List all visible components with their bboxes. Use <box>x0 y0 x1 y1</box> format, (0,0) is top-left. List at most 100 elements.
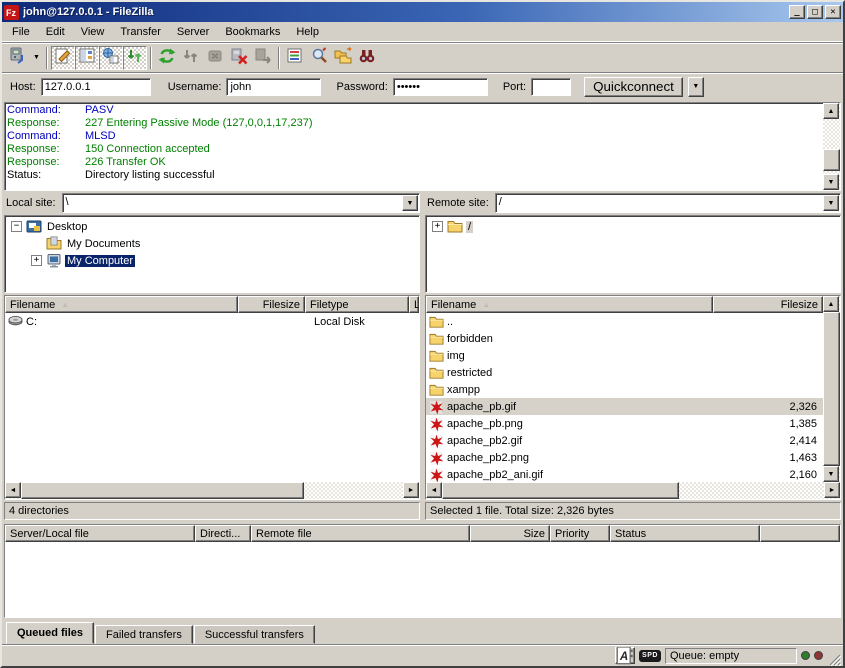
remote-vscroll-thumb[interactable] <box>823 312 840 466</box>
tree-item--[interactable]: +/ <box>426 218 840 235</box>
file-size-cell <box>713 330 823 347</box>
scroll-right-icon[interactable]: ► <box>403 482 419 498</box>
remote-hscrollbar[interactable]: ◄ ► <box>426 482 840 499</box>
column-header-remote-file[interactable]: Remote file <box>251 525 470 542</box>
process-queue-button <box>179 46 203 70</box>
chevron-down-icon[interactable]: ▼ <box>823 195 839 211</box>
folder-icon <box>429 383 444 397</box>
maximize-button[interactable]: □ <box>807 5 823 19</box>
file-name-cell: restricted <box>426 364 713 381</box>
column-header-filetype[interactable]: Filetype <box>305 296 409 313</box>
password-input[interactable] <box>393 78 488 96</box>
port-input[interactable] <box>531 78 571 96</box>
image-file-icon <box>429 451 444 465</box>
disconnect-button[interactable] <box>227 46 251 70</box>
remote-file-row[interactable]: xampp <box>426 381 823 398</box>
remote-file-row[interactable]: apache_pb.gif2,326 <box>426 398 823 415</box>
find-button[interactable] <box>355 46 379 70</box>
local-hscroll-thumb[interactable] <box>21 482 304 499</box>
remote-tree: +/ <box>425 215 841 293</box>
local-file-row[interactable]: C:Local Disk <box>5 313 419 330</box>
refresh-button[interactable] <box>155 46 179 70</box>
remote-file-row[interactable]: forbidden <box>426 330 823 347</box>
scroll-up-icon[interactable]: ▲ <box>823 103 839 119</box>
menu-item-view[interactable]: View <box>73 24 113 40</box>
remote-file-row[interactable]: img <box>426 347 823 364</box>
tree-item-label: Desktop <box>45 221 89 233</box>
toggle-queue-icon <box>126 47 144 68</box>
compare-button[interactable] <box>307 46 331 70</box>
close-button[interactable]: ✕ <box>825 5 841 19</box>
host-input[interactable] <box>41 78 151 96</box>
speed-limit-icon[interactable]: SPD <box>639 650 661 662</box>
tree-item-desktop[interactable]: − Desktop <box>5 218 419 235</box>
column-header-priority[interactable]: Priority <box>550 525 610 542</box>
remote-file-row[interactable]: .. <box>426 313 823 330</box>
menu-item-server[interactable]: Server <box>169 24 217 40</box>
remote-file-row[interactable]: apache_pb2_ani.gif2,160 <box>426 466 823 482</box>
column-header-directi-[interactable]: Directi... <box>195 525 251 542</box>
log-line-label: Status: <box>7 169 85 182</box>
local-hscrollbar[interactable]: ◄ ► <box>5 482 419 499</box>
quickconnect-button[interactable]: Quickconnect <box>584 77 683 97</box>
data-type-indicator-icon[interactable]: A <box>615 647 635 664</box>
log-scrollbar[interactable]: ▲ ▼ <box>823 103 840 190</box>
tree-item-my-documents[interactable]: My Documents <box>5 235 419 252</box>
remote-file-list: Filename▵Filesize ..forbiddenimgrestrict… <box>425 295 841 500</box>
chevron-down-icon[interactable]: ▼ <box>30 46 43 70</box>
log-line: Response:150 Connection accepted <box>7 143 821 156</box>
remote-file-row[interactable]: apache_pb2.png1,463 <box>426 449 823 466</box>
resize-grip[interactable] <box>827 652 841 666</box>
remote-vscrollbar[interactable]: ▲ ▼ <box>823 296 840 482</box>
toggle-local-tree-button[interactable] <box>75 46 99 70</box>
toggle-queue-button[interactable] <box>123 46 147 70</box>
quickconnect-dropdown-icon[interactable]: ▼ <box>688 77 704 97</box>
remote-site-combo[interactable]: / ▼ <box>495 193 841 213</box>
column-header-status[interactable]: Status <box>610 525 760 542</box>
toggle-log-button[interactable] <box>51 46 75 70</box>
scroll-up-icon[interactable]: ▲ <box>823 296 839 312</box>
folder-icon <box>429 366 444 380</box>
minimize-button[interactable]: _ <box>789 5 805 19</box>
site-manager-button[interactable] <box>6 46 30 70</box>
menu-item-edit[interactable]: Edit <box>38 24 73 40</box>
local-site-combo[interactable]: \ ▼ <box>62 193 420 213</box>
scroll-right-icon[interactable]: ► <box>824 482 840 498</box>
column-header-l[interactable]: L <box>409 296 419 313</box>
remote-file-row[interactable]: apache_pb2.gif2,414 <box>426 432 823 449</box>
username-input[interactable] <box>226 78 321 96</box>
remote-file-row[interactable]: apache_pb.png1,385 <box>426 415 823 432</box>
menu-item-transfer[interactable]: Transfer <box>112 24 169 40</box>
expand-icon[interactable]: + <box>432 221 443 232</box>
column-header-size[interactable]: Size <box>470 525 550 542</box>
scroll-left-icon[interactable]: ◄ <box>5 482 21 498</box>
remote-hscroll-thumb[interactable] <box>442 482 679 499</box>
tab-successful-transfers[interactable]: Successful transfers <box>194 625 315 644</box>
local-site-label: Local site: <box>4 197 62 209</box>
scroll-down-icon[interactable]: ▼ <box>823 466 839 482</box>
column-header-filename[interactable]: Filename▵ <box>426 296 713 313</box>
tab-failed-transfers[interactable]: Failed transfers <box>95 625 193 644</box>
scroll-down-icon[interactable]: ▼ <box>823 174 839 190</box>
tree-item-my-computer[interactable]: +My Computer <box>5 252 419 269</box>
menu-item-bookmarks[interactable]: Bookmarks <box>217 24 288 40</box>
menu-item-file[interactable]: File <box>4 24 38 40</box>
sync-browse-button[interactable] <box>331 46 355 70</box>
chevron-down-icon[interactable]: ▼ <box>402 195 418 211</box>
log-scroll-thumb[interactable] <box>823 149 840 171</box>
cancel-button <box>203 46 227 70</box>
filter-button[interactable] <box>283 46 307 70</box>
expand-icon[interactable]: + <box>31 255 42 266</box>
tab-queued-files[interactable]: Queued files <box>6 622 94 644</box>
column-header-filesize[interactable]: Filesize <box>713 296 823 313</box>
collapse-icon[interactable]: − <box>11 221 22 232</box>
menu-item-help[interactable]: Help <box>288 24 327 40</box>
scroll-left-icon[interactable]: ◄ <box>426 482 442 498</box>
toggle-remote-tree-button[interactable] <box>99 46 123 70</box>
column-header-server-local-file[interactable]: Server/Local file <box>5 525 195 542</box>
remote-file-row[interactable]: restricted <box>426 364 823 381</box>
column-header-filename[interactable]: Filename▵ <box>5 296 238 313</box>
column-header-filesize[interactable]: Filesize <box>238 296 305 313</box>
tree-item-label: / <box>466 221 473 233</box>
filezilla-logo-icon[interactable]: Fz <box>4 5 19 20</box>
